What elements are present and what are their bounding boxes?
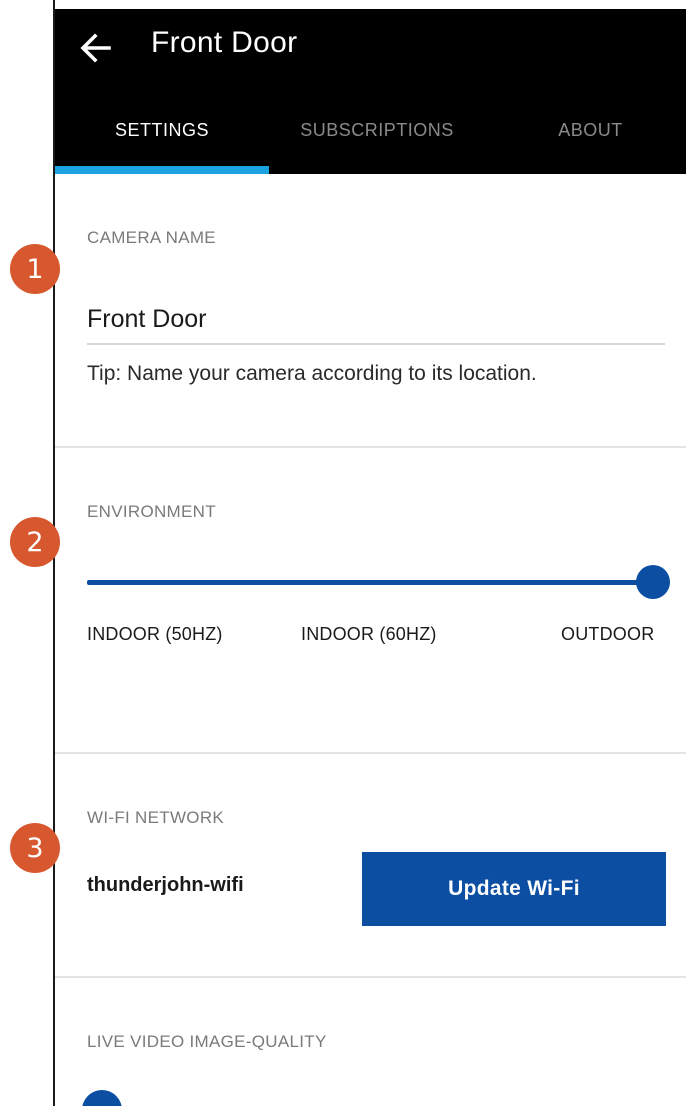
- camera-settings-screen: Front Door SETTINGS SUBSCRIPTIONS ABOUT …: [0, 0, 686, 1106]
- camera-name-tip: Tip: Name your camera according to its l…: [87, 362, 537, 385]
- environment-slider-thumb[interactable]: [636, 565, 670, 599]
- section-divider: [55, 752, 686, 754]
- page-title: Front Door: [151, 26, 298, 59]
- update-wifi-button[interactable]: Update Wi-Fi: [362, 852, 666, 926]
- tab-about[interactable]: ABOUT: [485, 109, 686, 174]
- environment-label: ENVIRONMENT: [87, 502, 216, 521]
- section-divider: [55, 446, 686, 448]
- environment-option-indoor-60hz[interactable]: INDOOR (60HZ): [301, 624, 437, 645]
- arrow-left-icon[interactable]: [79, 31, 113, 65]
- section-divider: [55, 976, 686, 978]
- video-quality-slider-thumb[interactable]: [82, 1090, 122, 1106]
- app-bar: Front Door SETTINGS SUBSCRIPTIONS ABOUT: [55, 9, 686, 174]
- callout-badge-1: 1: [10, 244, 60, 294]
- environment-option-outdoor[interactable]: OUTDOOR: [561, 624, 654, 645]
- tab-subscriptions-label: SUBSCRIPTIONS: [300, 120, 454, 140]
- tab-settings[interactable]: SETTINGS: [55, 109, 269, 174]
- wifi-network-name: thunderjohn-wifi: [87, 874, 244, 896]
- environment-option-indoor-50hz[interactable]: INDOOR (50HZ): [87, 624, 223, 645]
- camera-name-input[interactable]: [87, 283, 665, 345]
- environment-slider-track[interactable]: [87, 580, 653, 585]
- tab-subscriptions[interactable]: SUBSCRIPTIONS: [269, 109, 485, 174]
- tab-settings-label: SETTINGS: [114, 120, 209, 140]
- active-tab-indicator: [55, 166, 269, 174]
- callout-badge-3: 3: [10, 823, 60, 873]
- video-quality-label: LIVE VIDEO IMAGE-QUALITY: [87, 1032, 327, 1051]
- camera-name-label: CAMERA NAME: [87, 228, 216, 247]
- tab-bar: SETTINGS SUBSCRIPTIONS ABOUT: [55, 109, 686, 174]
- wifi-network-label: WI-FI NETWORK: [87, 808, 225, 827]
- tab-about-label: ABOUT: [558, 120, 623, 140]
- callout-badge-2: 2: [10, 517, 60, 567]
